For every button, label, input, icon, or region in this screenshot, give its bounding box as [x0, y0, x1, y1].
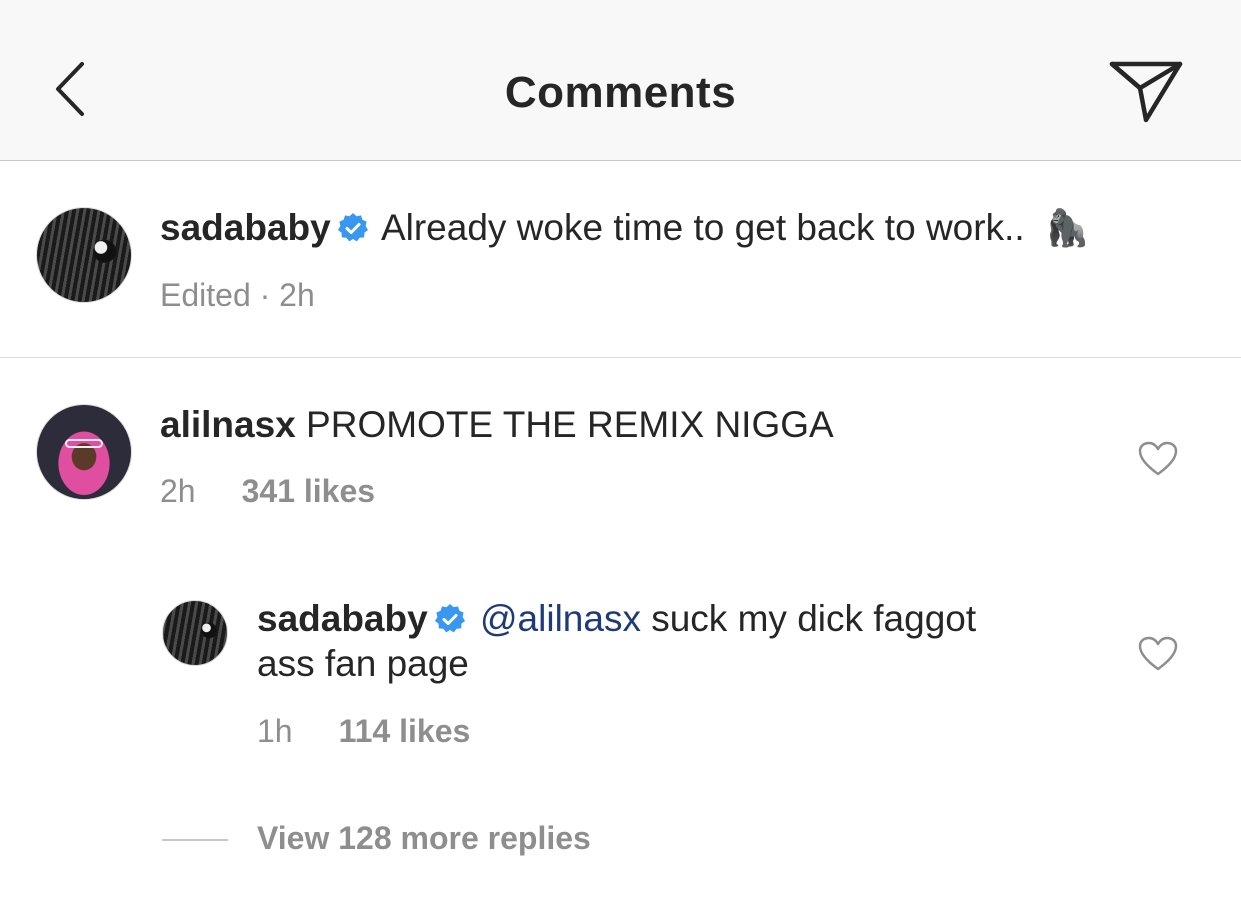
username[interactable]: alilnasx — [160, 404, 296, 445]
username[interactable]: sadababy — [257, 598, 428, 639]
avatar[interactable] — [36, 404, 132, 500]
post-caption: sadababy Already woke time to get back t… — [0, 161, 1241, 358]
mention-link[interactable]: @alilnasx — [480, 598, 641, 639]
reply-text-line-2: ass fan page — [257, 643, 469, 684]
comment-time: 2h — [160, 473, 196, 509]
caption-meta: Edited · 2h — [160, 277, 315, 313]
like-button[interactable] — [1138, 636, 1178, 672]
username[interactable]: sadababy — [160, 207, 331, 248]
comment-text: PROMOTE THE REMIX NIGGA — [306, 404, 834, 445]
reply-likes[interactable]: 114 likes — [339, 713, 471, 749]
heart-icon — [1138, 441, 1178, 476]
page-title: Comments — [504, 68, 737, 117]
caption-text: Already woke time to get back to work.. — [380, 207, 1025, 248]
caption-text-line: sadababy Already woke time to get back t… — [160, 205, 1090, 251]
header-bar: Comments — [0, 0, 1241, 161]
comment-meta: 2h 341 likes — [160, 473, 375, 510]
heart-icon — [1138, 636, 1178, 671]
share-button[interactable] — [1106, 56, 1186, 128]
divider — [162, 839, 228, 841]
reply-text-line: sadababy @alilnasx suck my dick faggot — [257, 596, 976, 642]
verified-badge-icon — [434, 604, 465, 633]
reply-time: 1h — [257, 713, 293, 749]
avatar[interactable] — [36, 207, 132, 303]
comment-text-line: alilnasx PROMOTE THE REMIX NIGGA — [160, 402, 834, 448]
view-more-replies-button[interactable]: View 128 more replies — [257, 820, 591, 857]
reply-meta: 1h 114 likes — [257, 713, 470, 750]
comment-likes[interactable]: 341 likes — [242, 473, 375, 509]
send-icon — [1109, 61, 1183, 123]
reply-text: suck my dick faggot — [651, 598, 977, 639]
gorilla-emoji: 🦍 — [1044, 207, 1090, 248]
avatar[interactable] — [162, 600, 228, 666]
verified-badge-icon — [337, 213, 368, 242]
like-button[interactable] — [1138, 441, 1178, 477]
